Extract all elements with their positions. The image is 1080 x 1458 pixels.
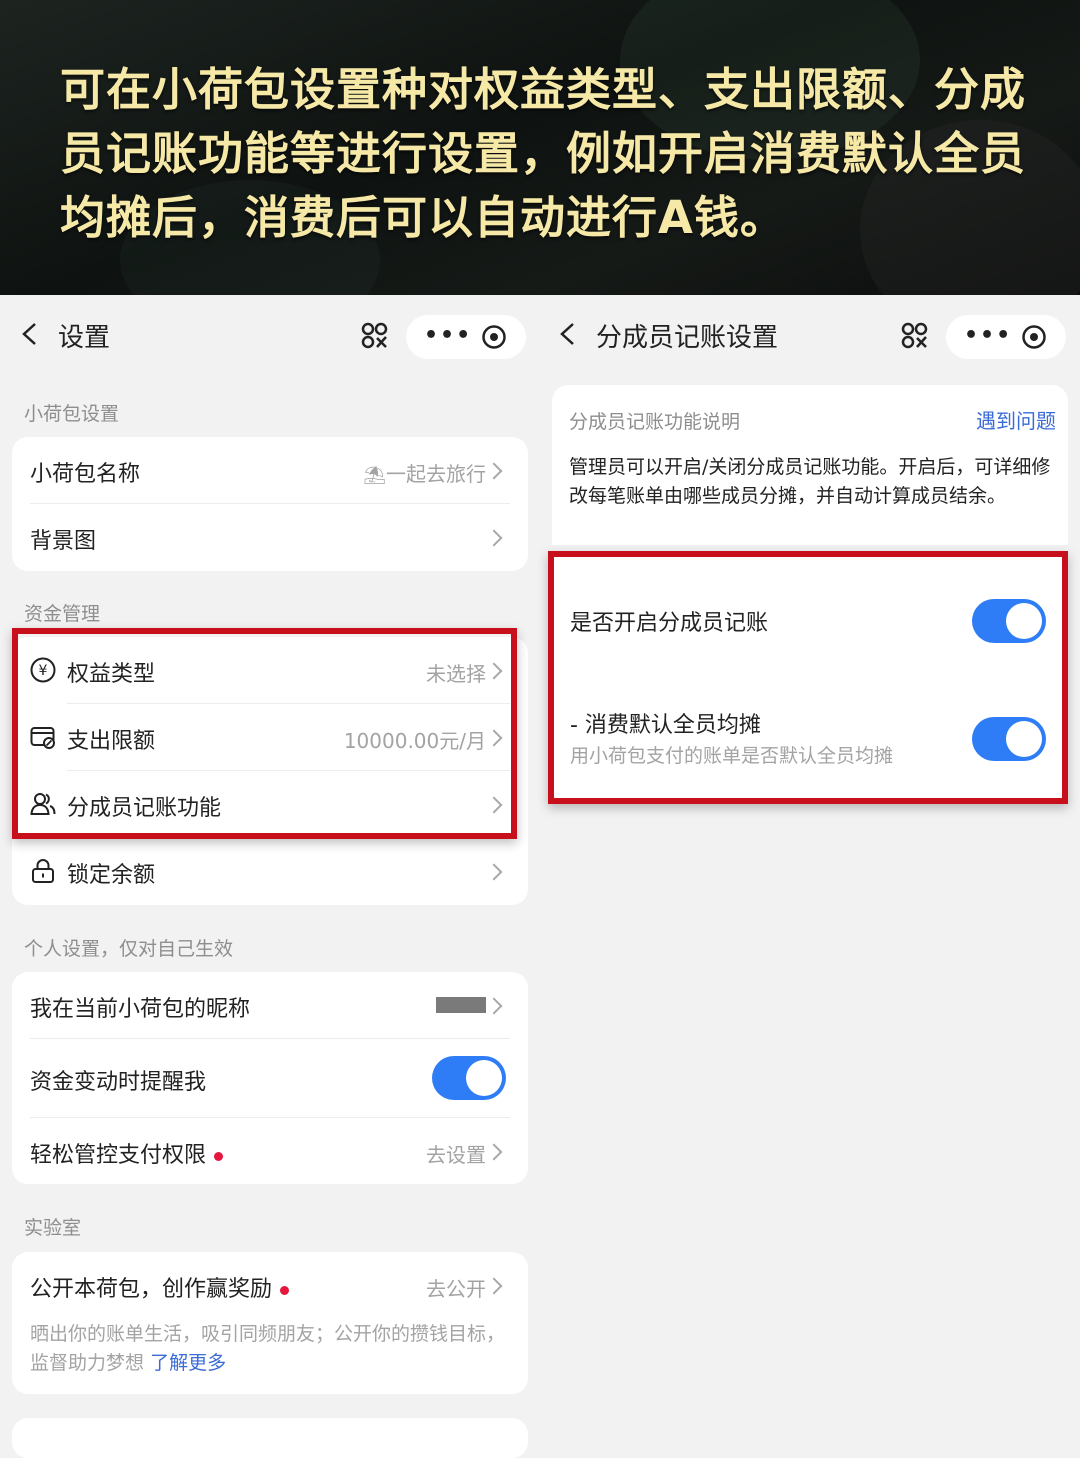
nickname-row[interactable]: 我在当前小荷包的昵称 — [12, 972, 528, 1038]
section-wallet-settings: 小荷包设置 — [24, 403, 120, 425]
notify-label: 资金变动时提醒我 — [30, 1070, 207, 1095]
chevron-right-icon — [485, 1143, 503, 1161]
nickname-label: 我在当前小荷包的昵称 — [30, 997, 251, 1022]
page-title: 设置 — [58, 323, 111, 353]
learn-more-link[interactable]: 了解更多 — [150, 1352, 226, 1374]
payment-control-row[interactable]: 轻松管控支付权限 去设置 — [12, 1118, 528, 1184]
public-wallet-row[interactable]: 公开本荷包，创作赢奖励 去公开 — [12, 1252, 528, 1318]
mini-program-capsule: ••• — [406, 315, 526, 359]
back-arrow-icon[interactable] — [20, 323, 42, 345]
description-text: 管理员可以开启/关闭分成员记账功能。开启后，可详细修改每笔账单由哪些成员分摊，并… — [569, 456, 1051, 507]
next-card — [12, 1418, 528, 1458]
nav-bar: 设置 ••• — [0, 295, 540, 379]
scan-icon[interactable] — [900, 321, 930, 351]
description-card: 分成员记账功能说明 遇到问题 管理员可以开启/关闭分成员记账功能。开启后，可详细… — [552, 385, 1068, 545]
wallet-name-label: 小荷包名称 — [30, 462, 141, 487]
highlight-box-funds — [12, 628, 517, 839]
lab-card: 公开本荷包，创作赢奖励 去公开 晒出你的账单生活，吸引同频朋友；公开你的攒钱目标… — [12, 1252, 528, 1394]
banner-caption: 可在小荷包设置种对权益类型、支出限额、分成员记账功能等进行设置，例如开启消费默认… — [60, 63, 1027, 244]
payment-control-value: 去设置 — [426, 1143, 486, 1167]
back-arrow-icon[interactable] — [558, 323, 580, 345]
description-heading: 分成员记账功能说明 — [569, 411, 741, 433]
chevron-right-icon — [485, 462, 503, 480]
background-image-label: 背景图 — [30, 529, 97, 554]
more-icon[interactable]: ••• — [424, 323, 472, 348]
lock-icon — [32, 859, 54, 883]
wallet-name-value: ⛱一起去旅行 — [363, 462, 486, 486]
wallet-name-row[interactable]: 小荷包名称 ⛱一起去旅行 — [12, 437, 528, 503]
public-wallet-label: 公开本荷包，创作赢奖励 — [30, 1271, 290, 1303]
chevron-right-icon — [485, 863, 503, 881]
wallet-settings-card: 小荷包名称 ⛱一起去旅行 背景图 — [12, 437, 528, 571]
red-dot-badge — [214, 1151, 224, 1161]
personal-settings-card: 我在当前小荷包的昵称 资金变动时提醒我 轻松管控支付权限 去设置 — [12, 972, 528, 1184]
red-dot-badge — [280, 1285, 290, 1295]
help-link[interactable]: 遇到问题 — [976, 405, 1056, 434]
close-miniapp-icon[interactable] — [1022, 325, 1046, 349]
scan-icon[interactable] — [360, 321, 390, 351]
lock-balance-row[interactable]: 锁定余额 — [12, 838, 528, 904]
public-wallet-description: 晒出你的账单生活，吸引同频朋友；公开你的攒钱目标，监督助力梦想 了解更多 — [30, 1323, 506, 1374]
notify-row: 资金变动时提醒我 — [12, 1039, 528, 1117]
section-lab: 实验室 — [24, 1217, 82, 1239]
notify-toggle[interactable] — [432, 1056, 506, 1100]
public-wallet-value: 去公开 — [426, 1277, 486, 1301]
chevron-right-icon — [485, 997, 503, 1015]
toggle-knob — [466, 1060, 502, 1096]
section-funds-management: 资金管理 — [24, 603, 101, 625]
page-title: 分成员记账设置 — [596, 323, 779, 353]
chevron-right-icon — [485, 1277, 503, 1295]
mini-program-capsule: ••• — [946, 315, 1066, 359]
highlight-box-toggles — [548, 551, 1068, 804]
banner: 可在小荷包设置种对权益类型、支出限额、分成员记账功能等进行设置，例如开启消费默认… — [0, 0, 1080, 295]
chevron-right-icon — [485, 529, 503, 547]
payment-control-label: 轻松管控支付权限 — [30, 1137, 224, 1169]
background-image-row[interactable]: 背景图 — [12, 504, 528, 570]
beach-umbrella-icon: ⛱ — [363, 465, 386, 486]
member-booking-settings-panel: 分成员记账设置 ••• 分成员记账功能说明 遇到问题 管理员可以开启/关闭分成员… — [540, 295, 1080, 1440]
settings-panel: 设置 ••• 小荷包设置 小荷包名称 ⛱一起去旅行 背景图 资金管理 ¥ 权益类… — [0, 295, 540, 1458]
nav-bar: 分成员记账设置 ••• — [540, 295, 1080, 379]
nickname-redacted — [436, 997, 486, 1013]
close-miniapp-icon[interactable] — [482, 325, 506, 349]
more-icon[interactable]: ••• — [964, 323, 1012, 348]
lock-balance-label: 锁定余额 — [67, 863, 156, 888]
section-personal-settings: 个人设置，仅对自己生效 — [24, 938, 234, 960]
